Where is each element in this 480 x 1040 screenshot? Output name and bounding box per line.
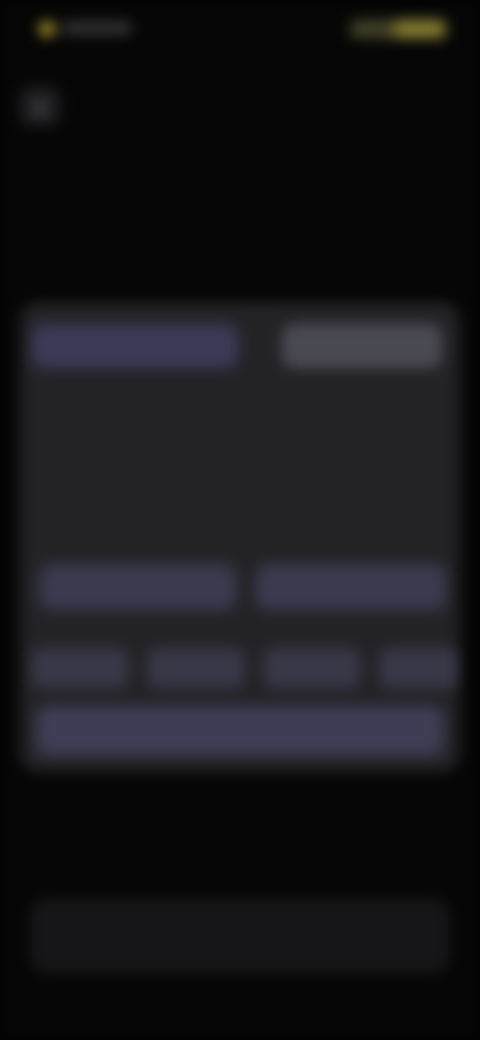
options-card bbox=[20, 302, 460, 772]
back-button[interactable]: ‹ bbox=[20, 86, 60, 126]
continue-button[interactable] bbox=[30, 898, 450, 974]
chip-3[interactable] bbox=[264, 648, 360, 688]
header: ‹ bbox=[0, 80, 480, 140]
status-icons bbox=[350, 20, 446, 38]
segment-tab-1[interactable] bbox=[32, 324, 238, 368]
status-time bbox=[62, 22, 132, 34]
status-indicator-icon bbox=[40, 22, 54, 36]
option-button-1[interactable] bbox=[40, 564, 236, 610]
chip-2[interactable] bbox=[148, 648, 244, 688]
card-action-button[interactable] bbox=[36, 706, 444, 756]
option-button-2[interactable] bbox=[256, 564, 446, 610]
segment-tab-2[interactable] bbox=[282, 324, 442, 368]
page-title bbox=[150, 92, 330, 118]
app-screen: ‹ bbox=[0, 0, 480, 1040]
chip-4[interactable] bbox=[380, 648, 460, 688]
status-bar bbox=[0, 0, 480, 60]
chip-1[interactable] bbox=[32, 648, 128, 688]
chevron-left-icon: ‹ bbox=[35, 91, 45, 121]
